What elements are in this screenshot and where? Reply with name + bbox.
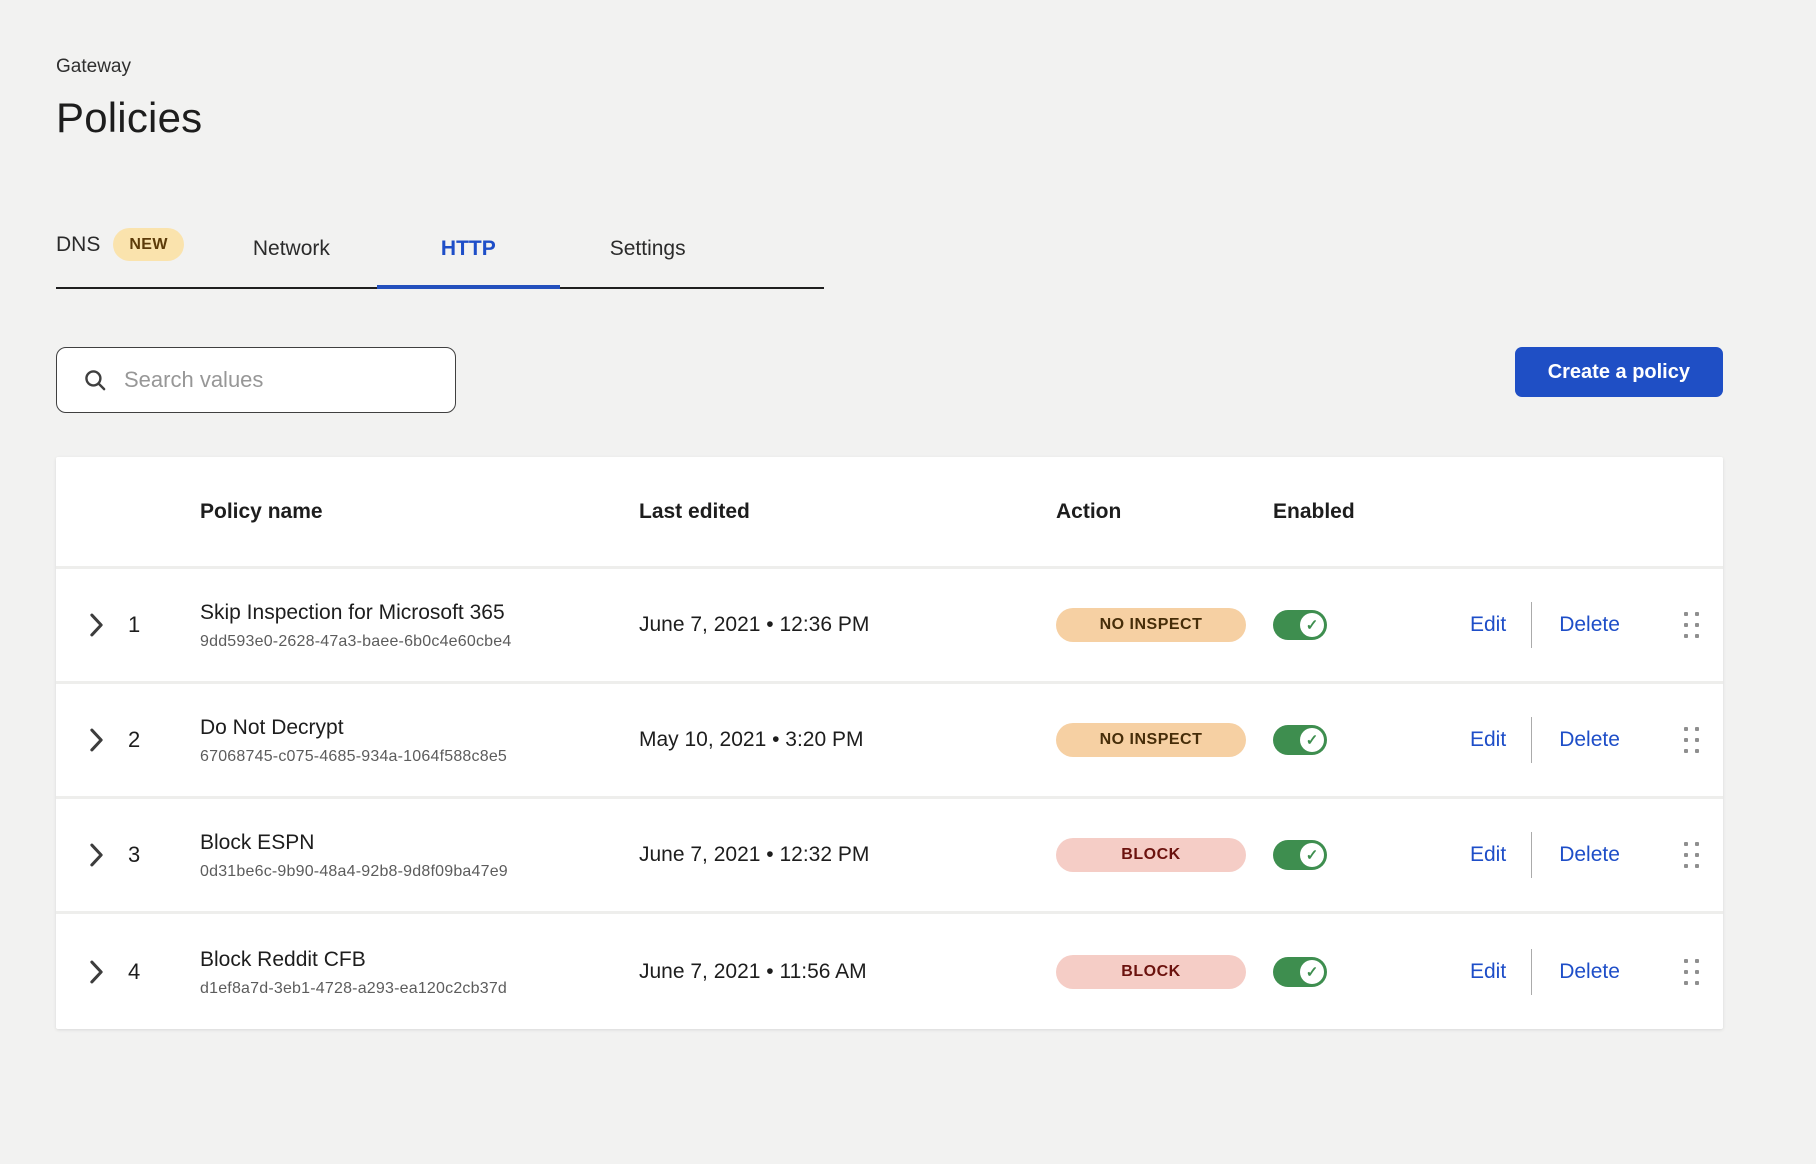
- table-row: 4 Block Reddit CFB d1ef8a7d-3eb1-4728-a2…: [56, 914, 1723, 1029]
- delete-link[interactable]: Delete: [1559, 613, 1620, 637]
- expand-chevron-icon[interactable]: [89, 613, 104, 637]
- table-row: 3 Block ESPN 0d31be6c-9b90-48a4-92b8-9d8…: [56, 799, 1723, 914]
- drag-handle-icon[interactable]: [1684, 612, 1699, 638]
- expand-chevron-icon[interactable]: [89, 960, 104, 984]
- last-edited-value: June 7, 2021 • 12:36 PM: [639, 613, 1056, 637]
- policy-name: Skip Inspection for Microsoft 365: [200, 599, 639, 626]
- gateway-policies-page: Gateway Policies DNS NEW Network HTTP Se…: [56, 0, 1723, 1029]
- create-policy-button[interactable]: Create a policy: [1515, 347, 1723, 397]
- divider: [1531, 602, 1532, 648]
- toggle-check-icon: ✓: [1300, 613, 1324, 637]
- column-header-enabled: Enabled: [1273, 500, 1470, 524]
- enabled-toggle[interactable]: ✓: [1273, 725, 1327, 755]
- edit-link[interactable]: Edit: [1470, 613, 1506, 637]
- policy-uuid: 67068745-c075-4685-934a-1064f588c8e5: [200, 748, 639, 766]
- row-number: 3: [128, 842, 140, 868]
- breadcrumb: Gateway: [56, 56, 1723, 78]
- drag-handle-icon[interactable]: [1684, 959, 1699, 985]
- policy-name: Block ESPN: [200, 829, 639, 856]
- toolbar: Create a policy: [56, 347, 1723, 413]
- table-row: 1 Skip Inspection for Microsoft 365 9dd5…: [56, 569, 1723, 684]
- enabled-toggle[interactable]: ✓: [1273, 610, 1327, 640]
- toggle-check-icon: ✓: [1300, 960, 1324, 984]
- tab-dns-label: DNS: [56, 233, 100, 257]
- drag-handle-icon[interactable]: [1684, 842, 1699, 868]
- last-edited-value: June 7, 2021 • 12:32 PM: [639, 843, 1056, 867]
- tab-network[interactable]: Network: [253, 237, 330, 287]
- page-title: Policies: [56, 94, 1723, 142]
- table-header-row: Policy name Last edited Action Enabled: [56, 457, 1723, 569]
- policy-uuid: 0d31be6c-9b90-48a4-92b8-9d8f09ba47e9: [200, 863, 639, 881]
- search-icon: [83, 368, 108, 393]
- action-badge: NO INSPECT: [1056, 723, 1246, 757]
- tab-http[interactable]: HTTP: [377, 237, 560, 289]
- tab-bar: DNS NEW Network HTTP Settings: [56, 228, 824, 289]
- edit-link[interactable]: Edit: [1470, 843, 1506, 867]
- last-edited-value: May 10, 2021 • 3:20 PM: [639, 728, 1056, 752]
- divider: [1531, 717, 1532, 763]
- row-number: 1: [128, 612, 140, 638]
- delete-link[interactable]: Delete: [1559, 728, 1620, 752]
- drag-handle-icon[interactable]: [1684, 727, 1699, 753]
- enabled-toggle[interactable]: ✓: [1273, 840, 1327, 870]
- edit-link[interactable]: Edit: [1470, 728, 1506, 752]
- toggle-check-icon: ✓: [1300, 843, 1324, 867]
- enabled-toggle[interactable]: ✓: [1273, 957, 1327, 987]
- edit-link[interactable]: Edit: [1470, 960, 1506, 984]
- policy-uuid: d1ef8a7d-3eb1-4728-a293-ea120c2cb37d: [200, 980, 639, 998]
- policy-name: Block Reddit CFB: [200, 946, 639, 973]
- policies-table: Policy name Last edited Action Enabled 1…: [56, 457, 1723, 1029]
- search-box[interactable]: [56, 347, 456, 413]
- search-input[interactable]: [124, 367, 435, 393]
- column-header-action: Action: [1056, 500, 1273, 524]
- action-badge: BLOCK: [1056, 955, 1246, 989]
- policy-uuid: 9dd593e0-2628-47a3-baee-6b0c4e60cbe4: [200, 633, 639, 651]
- row-number: 2: [128, 727, 140, 753]
- divider: [1531, 949, 1532, 995]
- action-badge: BLOCK: [1056, 838, 1246, 872]
- row-number: 4: [128, 959, 140, 985]
- expand-chevron-icon[interactable]: [89, 843, 104, 867]
- tab-settings[interactable]: Settings: [610, 237, 686, 287]
- new-badge: NEW: [113, 228, 184, 261]
- table-row: 2 Do Not Decrypt 67068745-c075-4685-934a…: [56, 684, 1723, 799]
- column-header-last-edited: Last edited: [639, 500, 1056, 524]
- divider: [1531, 832, 1532, 878]
- delete-link[interactable]: Delete: [1559, 843, 1620, 867]
- delete-link[interactable]: Delete: [1559, 960, 1620, 984]
- toggle-check-icon: ✓: [1300, 728, 1324, 752]
- policy-name: Do Not Decrypt: [200, 714, 639, 741]
- action-badge: NO INSPECT: [1056, 608, 1246, 642]
- tab-dns[interactable]: DNS NEW: [56, 228, 184, 287]
- expand-chevron-icon[interactable]: [89, 728, 104, 752]
- last-edited-value: June 7, 2021 • 11:56 AM: [639, 960, 1056, 984]
- column-header-policy-name: Policy name: [200, 500, 639, 524]
